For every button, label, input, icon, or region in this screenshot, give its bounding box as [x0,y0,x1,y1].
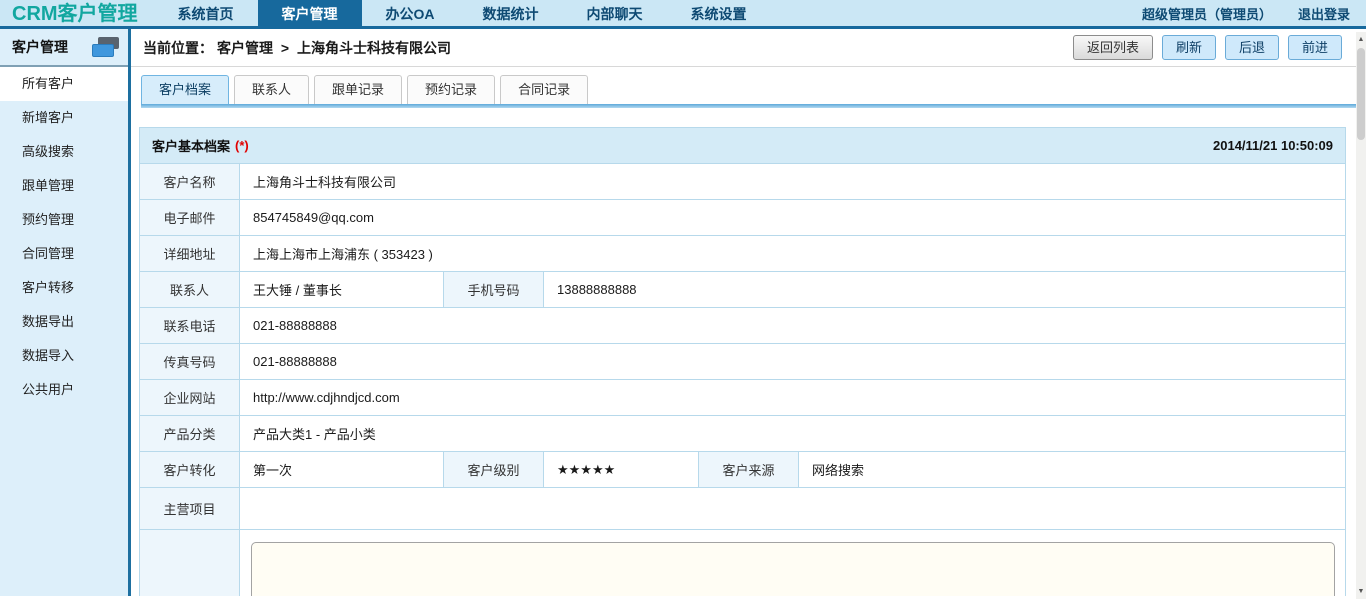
sidebar-title: 客户管理 [12,39,68,55]
table-row: 电子邮件 854745849@qq.com [139,199,1346,236]
table-row [139,529,1346,596]
back-to-list-button[interactable]: 返回列表 [1072,35,1153,60]
nav-item-customers[interactable]: 客户管理 [257,0,362,26]
sidebar-item-customer-transfer[interactable]: 客户转移 [0,271,128,305]
breadcrumb-prefix: 当前位置： [143,39,213,56]
field-label: 客户来源 [698,451,799,488]
scrollbar-thumb[interactable] [1357,48,1365,140]
field-label: 客户级别 [443,451,544,488]
field-label [139,529,240,596]
vertical-scrollbar[interactable]: ▲ ▼ [1356,32,1366,599]
table-row: 产品分类 产品大类1 - 产品小类 [139,415,1346,452]
sidebar-item-all-customers[interactable]: 所有客户 [0,67,128,101]
table-row: 客户转化 第一次 客户级别 ★★★★★ 客户来源 网络搜索 [139,451,1346,488]
tab-customer-file[interactable]: 客户档案 [141,75,230,104]
sidebar: 客户管理 所有客户 新增客户 高级搜索 跟单管理 预约管理 合同管理 客户转移 … [0,29,131,596]
field-label: 传真号码 [139,343,240,380]
conversion-value: 第一次 [239,451,444,488]
field-label: 详细地址 [139,235,240,272]
page-layout: 客户管理 所有客户 新增客户 高级搜索 跟单管理 预约管理 合同管理 客户转移 … [0,29,1366,596]
sidebar-item-public-users[interactable]: 公共用户 [0,373,128,407]
form-title: 客户基本档案 [152,139,231,154]
email-value: 854745849@qq.com [239,199,1346,236]
nav-item-chat[interactable]: 内部聊天 [563,0,667,26]
website-value: http://www.cdjhndjcd.com [239,379,1346,416]
navbar-right: 超级管理员（管理员） 退出登录 [1142,0,1366,26]
logout-link[interactable]: 退出登录 [1298,4,1350,23]
phone-value: 021-88888888 [239,307,1346,344]
required-mark: (*) [235,138,249,153]
table-row: 企业网站 http://www.cdjhndjcd.com [139,379,1346,416]
table-header-row: 客户基本档案 (*) 2014/11/21 10:50:09 [139,127,1346,164]
user-info: 超级管理员（管理员） [1141,6,1272,22]
table-row: 传真号码 021-88888888 [139,343,1346,380]
breadcrumb: 当前位置： 客户管理 > 上海角斗士科技有限公司 [143,38,455,58]
sidebar-item-data-import[interactable]: 数据导入 [0,339,128,373]
field-label: 电子邮件 [139,199,240,236]
tab-contacts[interactable]: 联系人 [234,75,310,104]
customer-name-value: 上海角斗士科技有限公司 [239,163,1346,200]
table-row: 联系人 王大锤 / 董事长 手机号码 13888888888 [139,271,1346,308]
scroll-up-arrow-icon[interactable]: ▲ [1356,32,1366,47]
nav-item-stats[interactable]: 数据统计 [459,0,563,26]
table-row: 联系电话 021-88888888 [139,307,1346,344]
scroll-down-arrow-icon[interactable]: ▼ [1356,584,1366,599]
field-label: 联系人 [139,271,240,308]
field-label: 主营项目 [139,487,240,530]
breadcrumb-bar: 当前位置： 客户管理 > 上海角斗士科技有限公司 返回列表 刷新 后退 前进 [131,29,1356,67]
breadcrumb-current: 上海角斗士科技有限公司 [296,39,451,56]
refresh-button[interactable]: 刷新 [1161,35,1216,60]
toolbar: 返回列表 刷新 后退 前进 [1072,35,1342,60]
table-row: 客户名称 上海角斗士科技有限公司 [139,163,1346,200]
table-row: 详细地址 上海上海市上海浦东 ( 353423 ) [139,235,1346,272]
nav-item-settings[interactable]: 系统设置 [667,0,771,26]
product-category-value: 产品大类1 - 产品小类 [239,415,1346,452]
field-label: 手机号码 [443,271,544,308]
field-label: 客户转化 [139,451,240,488]
sidebar-header: 客户管理 [0,29,128,67]
forward-button[interactable]: 前进 [1287,35,1342,60]
customer-level-stars: ★★★★★ [543,451,699,488]
tab-appointment-records[interactable]: 预约记录 [407,75,496,104]
breadcrumb-separator: > [280,39,290,56]
sidebar-item-new-customer[interactable]: 新增客户 [0,101,128,135]
field-label: 企业网站 [139,379,240,416]
customer-basic-file-table: 客户基本档案 (*) 2014/11/21 10:50:09 客户名称 上海角斗… [139,127,1346,596]
top-navbar: CRM客户管理 系统首页 客户管理 办公OA 数据统计 内部聊天 系统设置 超级… [0,0,1366,29]
tab-contract-records[interactable]: 合同记录 [500,75,589,104]
address-value: 上海上海市上海浦东 ( 353423 ) [239,235,1346,272]
app-logo: CRM客户管理 [12,3,138,25]
field-label: 联系电话 [139,307,240,344]
main-business-value [239,487,1346,530]
main-area: 当前位置： 客户管理 > 上海角斗士科技有限公司 返回列表 刷新 后退 前进 客户… [131,29,1366,596]
back-button[interactable]: 后退 [1224,35,1279,60]
field-label: 产品分类 [139,415,240,452]
nav-item-home[interactable]: 系统首页 [154,0,258,26]
sidebar-item-data-export[interactable]: 数据导出 [0,305,128,339]
nav-item-oa[interactable]: 办公OA [362,0,459,26]
table-row: 主营项目 [139,487,1346,530]
breadcrumb-section-link[interactable]: 客户管理 [217,40,273,56]
mobile-value: 13888888888 [543,271,1346,308]
sidebar-item-contract-mgmt[interactable]: 合同管理 [0,237,128,271]
main-nav: 系统首页 客户管理 办公OA 数据统计 内部聊天 系统设置 [154,0,771,26]
record-timestamp: 2014/11/21 10:50:09 [1213,138,1333,153]
sidebar-item-appointment-mgmt[interactable]: 预约管理 [0,203,128,237]
sidebar-item-advanced-search[interactable]: 高级搜索 [0,135,128,169]
field-label: 客户名称 [139,163,240,200]
contact-person-value: 王大锤 / 董事长 [239,271,444,308]
tab-followup-records[interactable]: 跟单记录 [314,75,403,104]
credit-card-icon [92,37,119,57]
customer-file-content: 客户基本档案 (*) 2014/11/21 10:50:09 客户名称 上海角斗… [131,108,1356,596]
notes-textarea[interactable] [251,542,1335,596]
tabs-bar: 客户档案 联系人 跟单记录 预约记录 合同记录 [131,67,1356,108]
customer-source-value: 网络搜索 [798,451,1346,488]
sidebar-item-followup-mgmt[interactable]: 跟单管理 [0,169,128,203]
fax-value: 021-88888888 [239,343,1346,380]
